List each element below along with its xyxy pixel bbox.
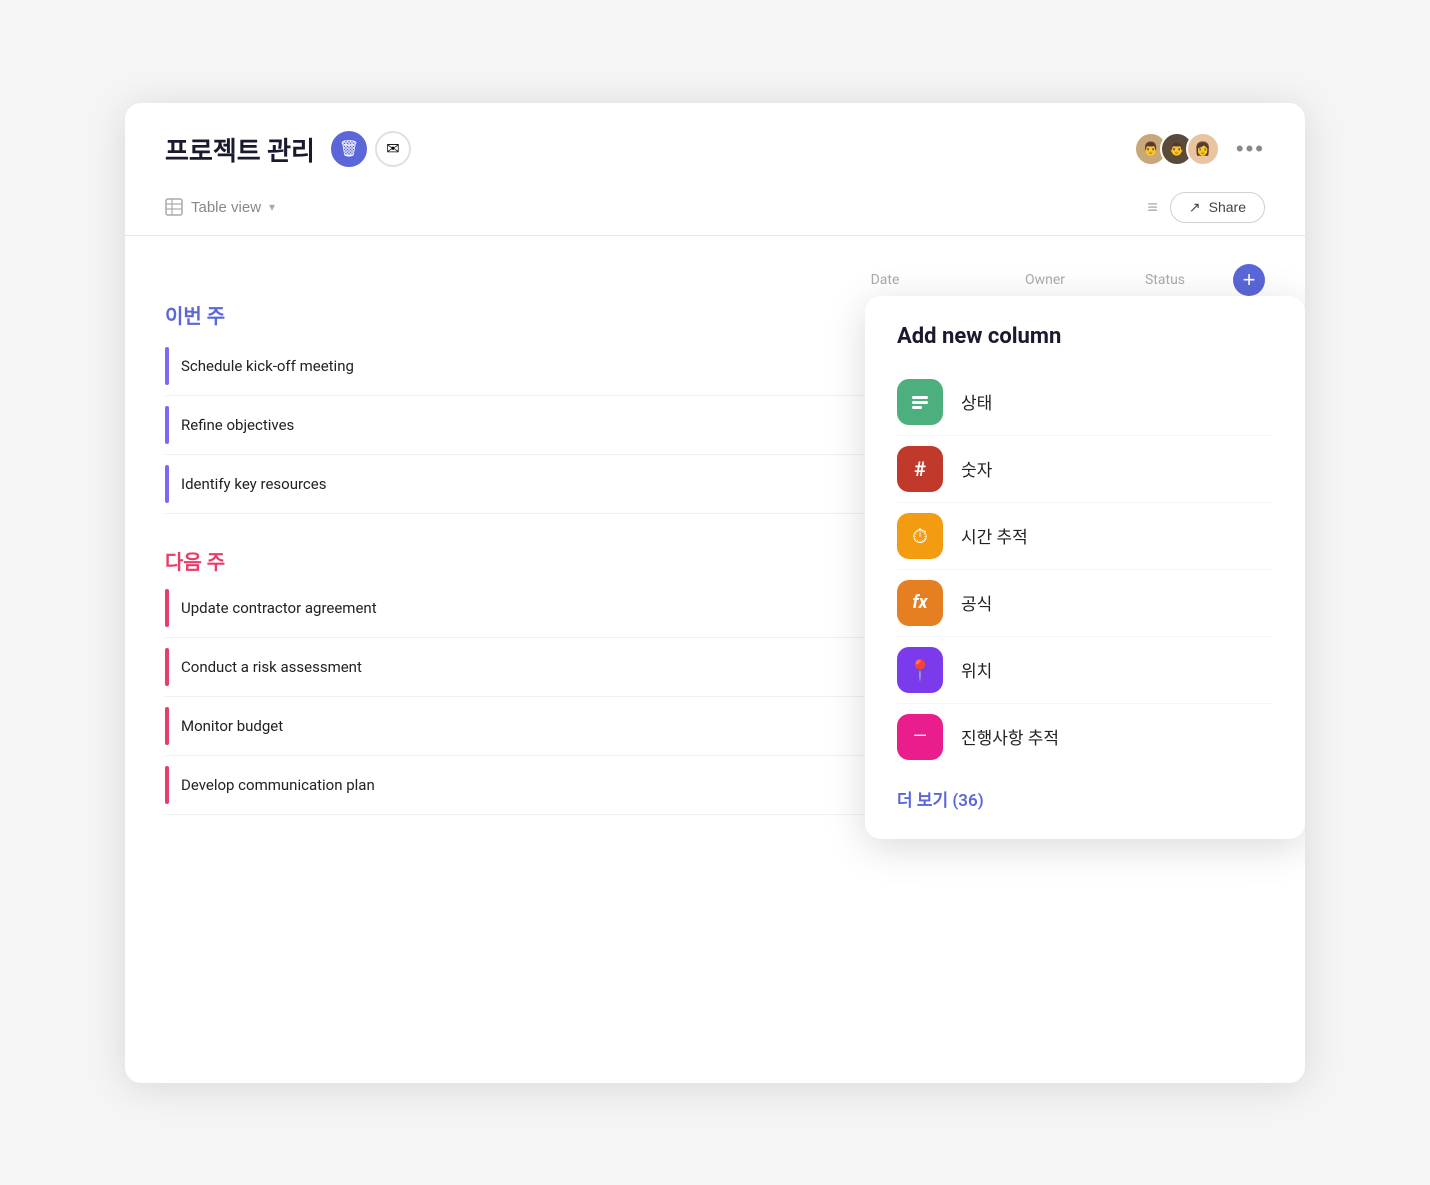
table-view-label: Table view	[191, 199, 261, 216]
row-border	[165, 648, 169, 686]
table-view-button[interactable]: Table view ▾	[165, 198, 275, 216]
row-border	[165, 406, 169, 444]
column-option-label: 진행사항 추적	[961, 724, 1059, 749]
avatars: 👨 👨 👩	[1134, 132, 1220, 166]
column-option-label: 상태	[961, 389, 992, 414]
header-left: 프로젝트 관리 🗑 ✉	[165, 131, 411, 168]
column-option-label: 숫자	[961, 456, 992, 481]
list-item[interactable]: — 진행사항 추적	[897, 704, 1273, 770]
more-button[interactable]: •••	[1236, 136, 1265, 162]
see-more-link[interactable]: 더 보기 (36)	[897, 786, 1273, 811]
col-header-date: Date	[785, 272, 985, 288]
number-icon: #	[897, 446, 943, 492]
progress-icon: —	[897, 714, 943, 760]
list-item[interactable]: ⏱ 시간 추적	[897, 503, 1273, 570]
toolbar-right: ≡ ↗ Share	[1147, 192, 1265, 223]
column-option-label: 위치	[961, 657, 992, 682]
row-border	[165, 589, 169, 627]
header: 프로젝트 관리 🗑 ✉ 👨 👨 👩 •••	[125, 103, 1305, 184]
add-column-dropdown: Add new column 상태 # 숫자 ⏱ 시간 추적 fx 공식 📍	[865, 296, 1305, 839]
mail-icon-button[interactable]: ✉	[375, 131, 411, 167]
list-item[interactable]: # 숫자	[897, 436, 1273, 503]
col-header-status: Status	[1105, 272, 1225, 288]
list-item[interactable]: fx 공식	[897, 570, 1273, 637]
bucket-icon-button[interactable]: 🗑	[331, 131, 367, 167]
formula-icon: fx	[897, 580, 943, 626]
dropdown-title: Add new column	[897, 324, 1273, 349]
filter-icon[interactable]: ≡	[1147, 197, 1158, 218]
share-icon: ↗	[1189, 199, 1201, 216]
share-button[interactable]: ↗ Share	[1170, 192, 1265, 223]
location-icon: 📍	[897, 647, 943, 693]
col-header-owner: Owner	[985, 272, 1105, 288]
next-week-title: 다음 주	[165, 550, 225, 574]
list-item[interactable]: 📍 위치	[897, 637, 1273, 704]
row-border	[165, 766, 169, 804]
share-label: Share	[1209, 199, 1246, 215]
this-week-title: 이번 주	[165, 300, 225, 329]
column-option-label: 공식	[961, 590, 992, 615]
row-border	[165, 465, 169, 503]
header-icons: 🗑 ✉	[331, 131, 411, 167]
row-border	[165, 347, 169, 385]
time-tracking-icon: ⏱	[897, 513, 943, 559]
add-column-button[interactable]: +	[1233, 264, 1265, 296]
app-title: 프로젝트 관리	[165, 131, 315, 168]
column-option-label: 시간 추적	[961, 523, 1028, 548]
toolbar: Table view ▾ ≡ ↗ Share	[125, 184, 1305, 236]
avatar: 👩	[1186, 132, 1220, 166]
status-icon	[897, 379, 943, 425]
main-content: Date Owner Status + 이번 주 Schedule kick-o…	[125, 236, 1305, 875]
list-item[interactable]: 상태	[897, 369, 1273, 436]
table-icon	[165, 198, 183, 216]
header-right: 👨 👨 👩 •••	[1134, 132, 1265, 166]
chevron-down-icon: ▾	[269, 200, 275, 214]
row-border	[165, 707, 169, 745]
